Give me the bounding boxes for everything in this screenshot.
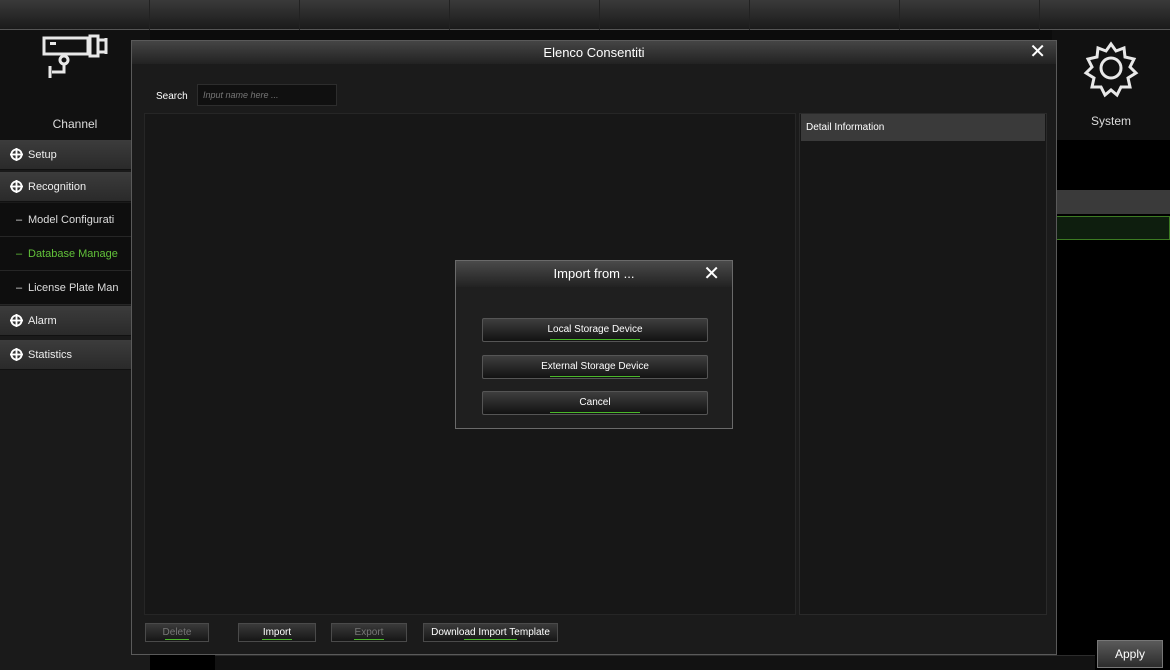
button-glow [261, 639, 293, 640]
local-storage-button[interactable]: Local Storage Device [482, 318, 708, 342]
import-button[interactable]: Import [238, 623, 316, 642]
system-label: System [1090, 114, 1131, 128]
export-button-label: Export [354, 627, 384, 638]
subitem-dash: – [16, 248, 23, 260]
dialog-title: Elenco Consentiti [132, 41, 1056, 64]
import-button-label: Import [262, 627, 292, 638]
local-storage-label: Local Storage Device [547, 324, 643, 335]
delete-button-label: Delete [162, 627, 192, 638]
crosshair-icon [10, 314, 23, 327]
sidebar-item-label: Setup [28, 149, 57, 161]
close-icon[interactable]: ✕ [1029, 41, 1046, 63]
detail-panel: Detail Information [799, 113, 1047, 615]
button-glow [550, 412, 640, 413]
button-glow [164, 639, 190, 640]
top-strip-segment [150, 0, 300, 30]
sidebar-subitem-label: License Plate Man [28, 282, 119, 294]
modal-title: Import from ... [456, 261, 732, 287]
download-template-button[interactable]: Download Import Template [423, 623, 558, 642]
sidebar-subitem-model-configuration[interactable]: – Model Configurati [0, 203, 150, 237]
top-strip-segment [300, 0, 450, 30]
bottom-strip [215, 655, 1095, 670]
search-input[interactable] [197, 84, 337, 106]
external-storage-label: External Storage Device [541, 361, 649, 372]
button-glow [463, 639, 518, 640]
top-strip-segment [750, 0, 900, 30]
gear-icon [1083, 41, 1139, 98]
crosshair-icon [10, 180, 23, 193]
download-template-label: Download Import Template [431, 627, 550, 638]
subitem-dash: – [16, 282, 23, 294]
right-panel-band [1055, 190, 1170, 214]
sidebar-item-recognition[interactable]: Recognition [0, 172, 150, 202]
sidebar-item-alarm[interactable]: Alarm [0, 306, 150, 336]
sidebar-item-label: Alarm [28, 315, 57, 327]
sidebar-item-setup[interactable]: Setup [0, 140, 150, 170]
delete-button[interactable]: Delete [145, 623, 209, 642]
channel-label: Channel [52, 117, 98, 131]
subitem-dash: – [16, 214, 23, 226]
close-icon[interactable]: ✕ [703, 261, 720, 287]
top-strip [0, 0, 1170, 30]
top-strip-segment [450, 0, 600, 30]
apply-button[interactable]: Apply [1097, 640, 1163, 668]
sidebar-subitem-label: Database Manage [28, 248, 118, 260]
sidebar-subitem-license-plate-management[interactable]: – License Plate Man [0, 271, 150, 305]
sidebar-item-label: Recognition [28, 181, 87, 193]
cancel-label: Cancel [579, 397, 611, 408]
button-glow [550, 339, 640, 340]
search-label: Search [156, 91, 188, 102]
crosshair-icon [10, 148, 23, 161]
sidebar-item-statistics[interactable]: Statistics [0, 340, 150, 370]
top-strip-segment [0, 0, 150, 30]
cancel-button[interactable]: Cancel [482, 391, 708, 415]
export-button[interactable]: Export [331, 623, 407, 642]
sidebar-item-label: Statistics [28, 349, 73, 361]
top-strip-segment [600, 0, 750, 30]
import-modal: Import from ... ✕ Local Storage Device E… [455, 260, 733, 429]
sidebar-subitem-label: Model Configurati [28, 214, 115, 226]
detail-header: Detail Information [801, 114, 1045, 141]
button-glow [550, 376, 640, 377]
camera-icon [42, 34, 108, 78]
external-storage-button[interactable]: External Storage Device [482, 355, 708, 379]
sidebar-subitem-database-management[interactable]: – Database Manage [0, 237, 150, 271]
button-glow [354, 639, 384, 640]
top-strip-segment [900, 0, 1040, 30]
right-panel-band-selected [1055, 216, 1170, 240]
sidebar: Setup Recognition – Model Configurati – … [0, 140, 150, 670]
crosshair-icon [10, 348, 23, 361]
